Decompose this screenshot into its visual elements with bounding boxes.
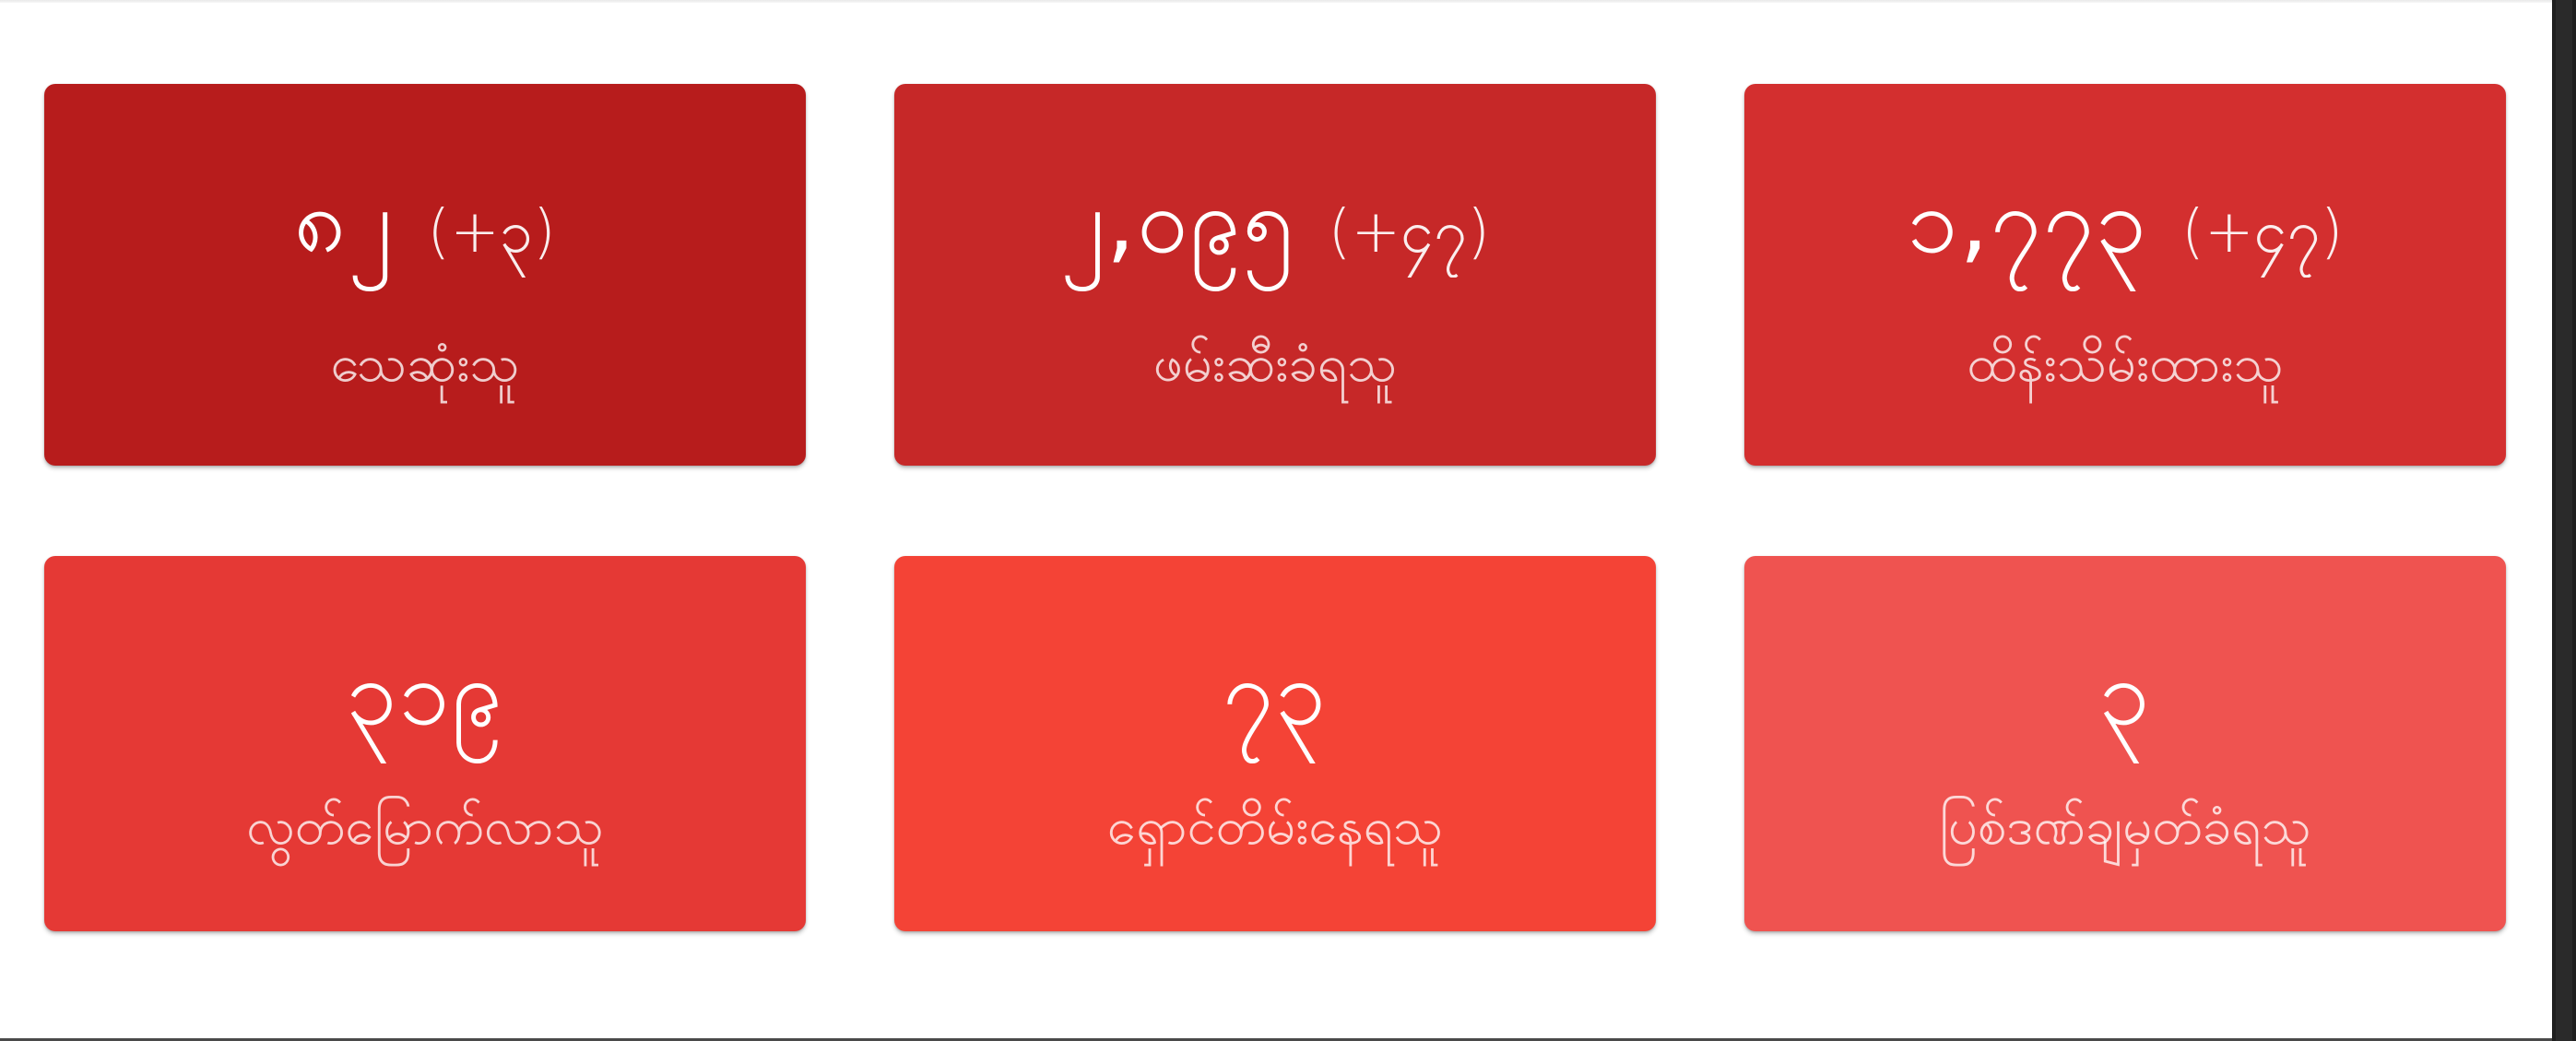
stats-grid: ၈၂ (+၃) သေဆုံးသူ ၂,၀၉၅ (+၄၇) ဖမ်းဆီးခံရသူ …	[44, 84, 2506, 931]
vertical-scrollbar[interactable]	[2552, 0, 2576, 1041]
stat-card-sentenced: ၃ ပြစ်ဒဏ်ချမှတ်ခံရသူ	[1744, 556, 2506, 931]
stat-value: ၇၃	[1222, 641, 1329, 746]
stat-value: ၃	[2098, 641, 2152, 746]
stat-label: ပြစ်ဒဏ်ချမှတ်ခံရသူ	[1939, 797, 2311, 857]
stat-label: လွတ်မြောက်လာသူ	[246, 797, 604, 857]
stat-card-in-hiding: ၇၃ ရှောင်တိမ်းနေရသူ	[894, 556, 1656, 931]
stat-value-row: ၃	[1744, 648, 2506, 739]
stat-value-row: ၁,၇၇၃ (+၄၇)	[1744, 176, 2506, 281]
stat-value: ၈၂	[294, 169, 395, 274]
stat-card-detained: ၁,၇၇၃ (+၄၇) ထိန်းသိမ်းထားသူ	[1744, 84, 2506, 466]
stat-value-row: ၃၁၉	[44, 648, 806, 739]
stat-label: ရှောင်တိမ်းနေရသူ	[1106, 797, 1444, 857]
stat-delta: (+၃)	[427, 198, 556, 266]
stat-card-arrested: ၂,၀၉၅ (+၄၇) ဖမ်းဆီးခံရသူ	[894, 84, 1656, 466]
stat-label: ဖမ်းဆီးခံရသူ	[1152, 334, 1398, 394]
stat-label: ထိန်းသိမ်းထားသူ	[1967, 334, 2284, 394]
stat-card-released: ၃၁၉ လွတ်မြောက်လာသူ	[44, 556, 806, 931]
stat-value: ၃၁၉	[346, 641, 504, 746]
stat-card-deaths: ၈၂ (+၃) သေဆုံးသူ	[44, 84, 806, 466]
stat-delta: (+၄၇)	[1328, 198, 1491, 266]
stat-delta: (+၄၇)	[2181, 198, 2344, 266]
stat-value-row: ၂,၀၉၅ (+၄၇)	[894, 176, 1656, 281]
top-divider	[0, 0, 2552, 3]
stat-label: သေဆုံးသူ	[330, 334, 520, 394]
stat-value: ၁,၇၇၃	[1907, 169, 2149, 274]
stat-value-row: ၇၃	[894, 648, 1656, 739]
stat-value: ၂,၀၉၅	[1059, 169, 1295, 274]
scrollbar-thumb[interactable]	[2556, 0, 2572, 1041]
stat-value-row: ၈၂ (+၃)	[44, 176, 806, 281]
